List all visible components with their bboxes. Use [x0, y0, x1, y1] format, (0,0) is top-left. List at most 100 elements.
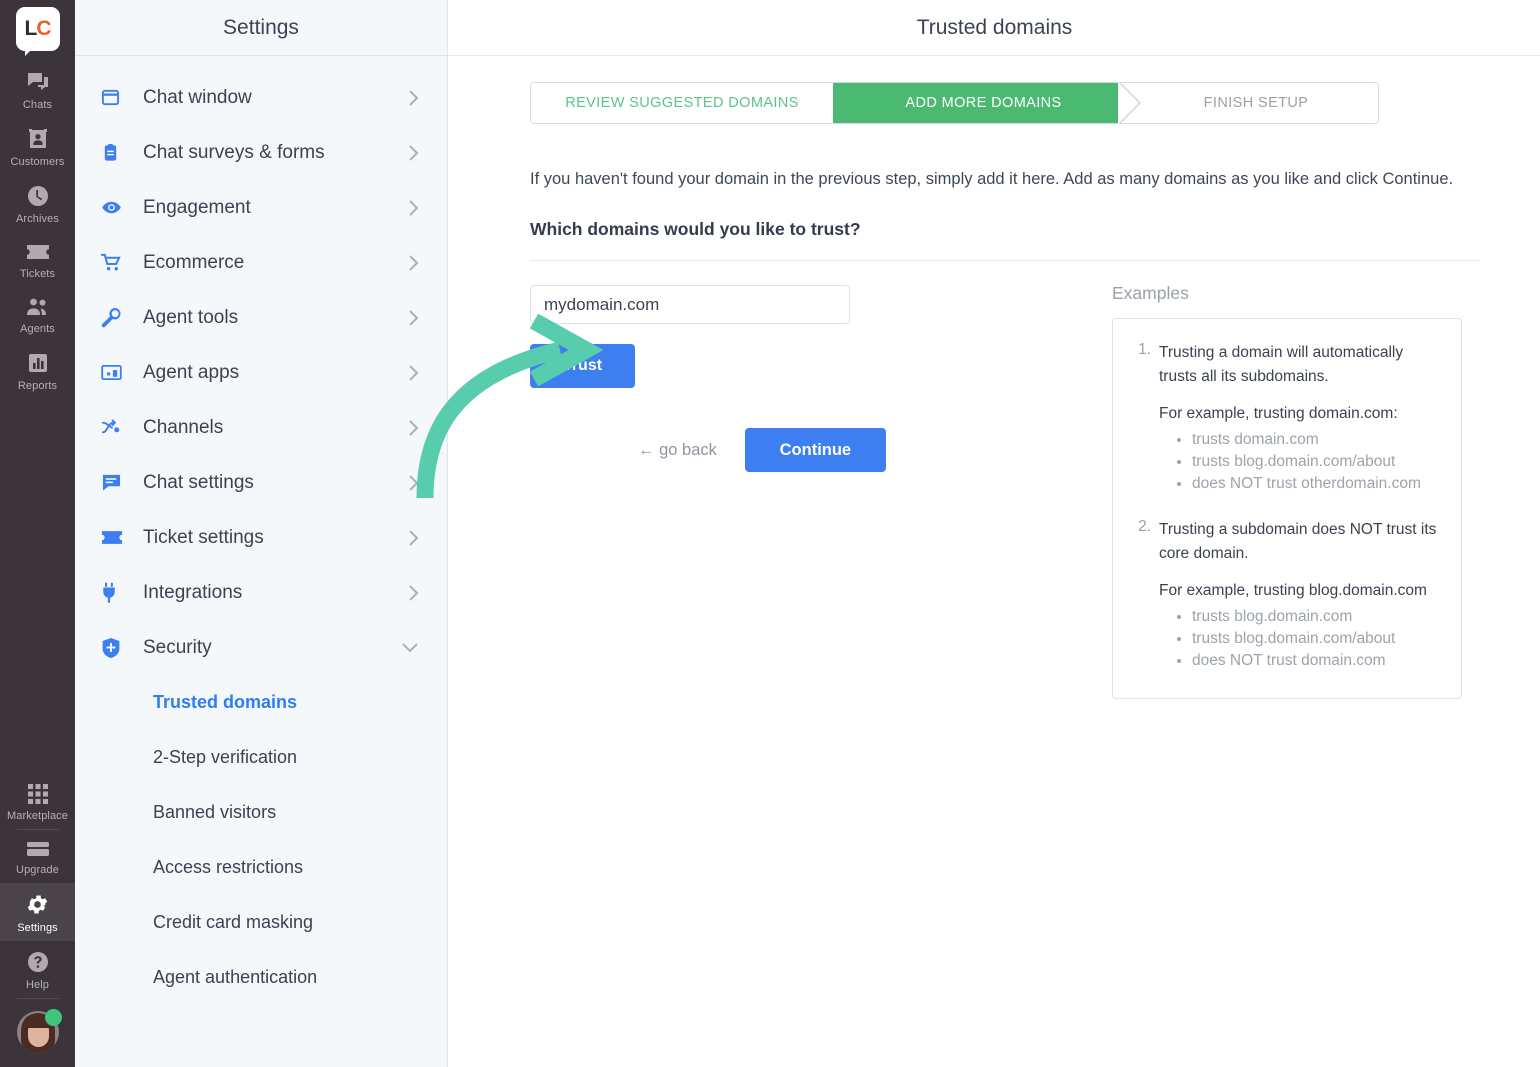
- example-item: 1. Trusting a domain will automatically …: [1131, 341, 1443, 496]
- chevron-right-icon: [408, 89, 419, 107]
- sidebar-item-label: Agent tools: [143, 306, 239, 328]
- rail-item-settings[interactable]: Settings: [0, 883, 75, 941]
- sidebar-item-security[interactable]: Security: [75, 620, 447, 675]
- cart-icon: [101, 252, 127, 273]
- setup-stepper: REVIEW SUGGESTED DOMAINS ADD MORE DOMAIN…: [530, 82, 1379, 124]
- example-subheading: For example, trusting blog.domain.com: [1159, 581, 1427, 599]
- customers-icon: [26, 127, 50, 151]
- sidebar-item-label: Channels: [143, 416, 224, 438]
- rail-label: Agents: [20, 323, 55, 335]
- list-item: trusts blog.domain.com: [1192, 606, 1443, 628]
- sidebar-subitem-label: Trusted domains: [153, 692, 298, 712]
- chat-bubble-icon: [101, 473, 127, 492]
- wrench-icon: [101, 307, 127, 328]
- window-icon: [101, 88, 127, 107]
- chevron-right-icon: [408, 364, 419, 382]
- sidebar-item-agent-tools[interactable]: Agent tools: [75, 290, 447, 345]
- rail-item-upgrade[interactable]: Upgrade: [0, 830, 75, 883]
- sidebar-item-banned-visitors[interactable]: Banned visitors: [75, 785, 447, 840]
- archives-icon: [26, 184, 50, 208]
- example-body: Trusting a domain will automatically tru…: [1159, 341, 1443, 496]
- rail-item-archives[interactable]: Archives: [0, 175, 75, 232]
- sidebar-subitem-label: Credit card masking: [153, 912, 314, 932]
- sidebar-subitem-label: Access restrictions: [153, 857, 304, 877]
- rail-divider-bottom: [16, 998, 59, 999]
- help-icon: [26, 950, 50, 974]
- tickets-icon: [25, 241, 51, 263]
- chevron-right-icon: [408, 529, 419, 547]
- example-item: 2. Trusting a subdomain does NOT trust i…: [1131, 518, 1443, 673]
- sidebar-item-label: Chat settings: [143, 471, 254, 493]
- rail-item-chats[interactable]: Chats: [0, 61, 75, 118]
- trust-button[interactable]: Trust: [530, 344, 635, 388]
- sidebar-item-channels[interactable]: Channels: [75, 400, 447, 455]
- domain-input[interactable]: [530, 285, 850, 324]
- continue-button[interactable]: Continue: [744, 428, 886, 472]
- app-root: L C Chats Customers Archives Tickets Age…: [0, 0, 1540, 1067]
- eye-icon: [101, 197, 127, 218]
- rail-item-help[interactable]: Help: [0, 941, 75, 998]
- sidebar-item-label: Agent apps: [143, 361, 240, 383]
- example-subheading: For example, trusting domain.com:: [1159, 405, 1398, 423]
- chevron-right-icon: [408, 309, 419, 327]
- rail-label: Customers: [10, 156, 65, 168]
- reports-icon: [26, 351, 50, 375]
- sidebar-item-ecommerce[interactable]: Ecommerce: [75, 235, 447, 290]
- step-add-more-domains[interactable]: ADD MORE DOMAINS: [833, 83, 1141, 123]
- step-review-suggested-domains[interactable]: REVIEW SUGGESTED DOMAINS: [531, 83, 854, 123]
- sidebar-item-chat-window[interactable]: Chat window: [75, 70, 447, 125]
- domain-form: Trust ← go back Continue: [530, 261, 1100, 699]
- form-actions: ← go back Continue: [530, 428, 1100, 472]
- sidebar-subitem-label: 2-Step verification: [153, 747, 298, 767]
- chevron-right-icon: [408, 584, 419, 602]
- sidebar-item-agent-authentication[interactable]: Agent authentication: [75, 950, 447, 1005]
- sidebar-item-agent-apps[interactable]: Agent apps: [75, 345, 447, 400]
- settings-menu: Chat window Chat surveys & forms Engagem…: [75, 56, 447, 1005]
- rail-item-agents[interactable]: Agents: [0, 287, 75, 342]
- sidebar-item-chat-settings[interactable]: Chat settings: [75, 455, 447, 510]
- sidebar-item-2-step-verification[interactable]: 2-Step verification: [75, 730, 447, 785]
- rail-label: Archives: [16, 213, 59, 225]
- example-number: 1.: [1138, 341, 1151, 358]
- rail-item-customers[interactable]: Customers: [0, 118, 75, 175]
- sidebar-item-label: Ticket settings: [143, 526, 264, 548]
- list-item: trusts blog.domain.com/about: [1192, 628, 1443, 650]
- rail-item-tickets[interactable]: Tickets: [0, 232, 75, 287]
- sidebar-item-integrations[interactable]: Integrations: [75, 565, 447, 620]
- rail-label: Help: [25, 979, 50, 991]
- step-label: ADD MORE DOMAINS: [905, 95, 1062, 111]
- step-label: REVIEW SUGGESTED DOMAINS: [565, 95, 799, 111]
- example-bullet-list: trusts blog.domain.com trusts blog.domai…: [1159, 606, 1443, 672]
- avatar[interactable]: [16, 1009, 62, 1053]
- plug-icon: [101, 582, 127, 604]
- sidebar-subitem-label: Agent authentication: [153, 967, 318, 987]
- go-back-link[interactable]: ← go back: [638, 441, 717, 460]
- sidebar-item-label: Engagement: [143, 196, 251, 218]
- rail-item-marketplace[interactable]: Marketplace: [0, 774, 75, 829]
- rail-item-reports[interactable]: Reports: [0, 342, 75, 399]
- sidebar-item-chat-surveys-forms[interactable]: Chat surveys & forms: [75, 125, 447, 180]
- sidebar-item-access-restrictions[interactable]: Access restrictions: [75, 840, 447, 895]
- sidebar-item-label: Chat surveys & forms: [143, 141, 325, 163]
- sidebar-item-ticket-settings[interactable]: Ticket settings: [75, 510, 447, 565]
- chevron-right-icon: [408, 199, 419, 217]
- sidebar-item-label: Integrations: [143, 581, 243, 603]
- main-panel: Trusted domains REVIEW SUGGESTED DOMAINS…: [448, 0, 1540, 1067]
- sidebar-item-engagement[interactable]: Engagement: [75, 180, 447, 235]
- example-bullet-list: trusts domain.com trusts blog.domain.com…: [1159, 429, 1443, 495]
- chevron-right-icon: [408, 474, 419, 492]
- sidebar-subitem-label: Banned visitors: [153, 802, 277, 822]
- chevron-right-icon: [408, 419, 419, 437]
- livechat-logo[interactable]: L C: [15, 7, 60, 56]
- list-item: trusts blog.domain.com/about: [1192, 451, 1443, 473]
- example-heading: Trusting a domain will automatically tru…: [1159, 344, 1404, 386]
- sidebar-item-trusted-domains[interactable]: Trusted domains: [75, 675, 447, 730]
- rail-label: Chats: [22, 99, 53, 111]
- sidebar-item-credit-card-masking[interactable]: Credit card masking: [75, 895, 447, 950]
- rail-label: Marketplace: [6, 810, 68, 822]
- channels-icon: [101, 417, 127, 438]
- list-item: does NOT trust domain.com: [1192, 650, 1443, 672]
- step-finish-setup[interactable]: FINISH SETUP: [1118, 83, 1378, 123]
- status-badge: [44, 1009, 62, 1026]
- sidebar-item-label: Chat window: [143, 86, 252, 108]
